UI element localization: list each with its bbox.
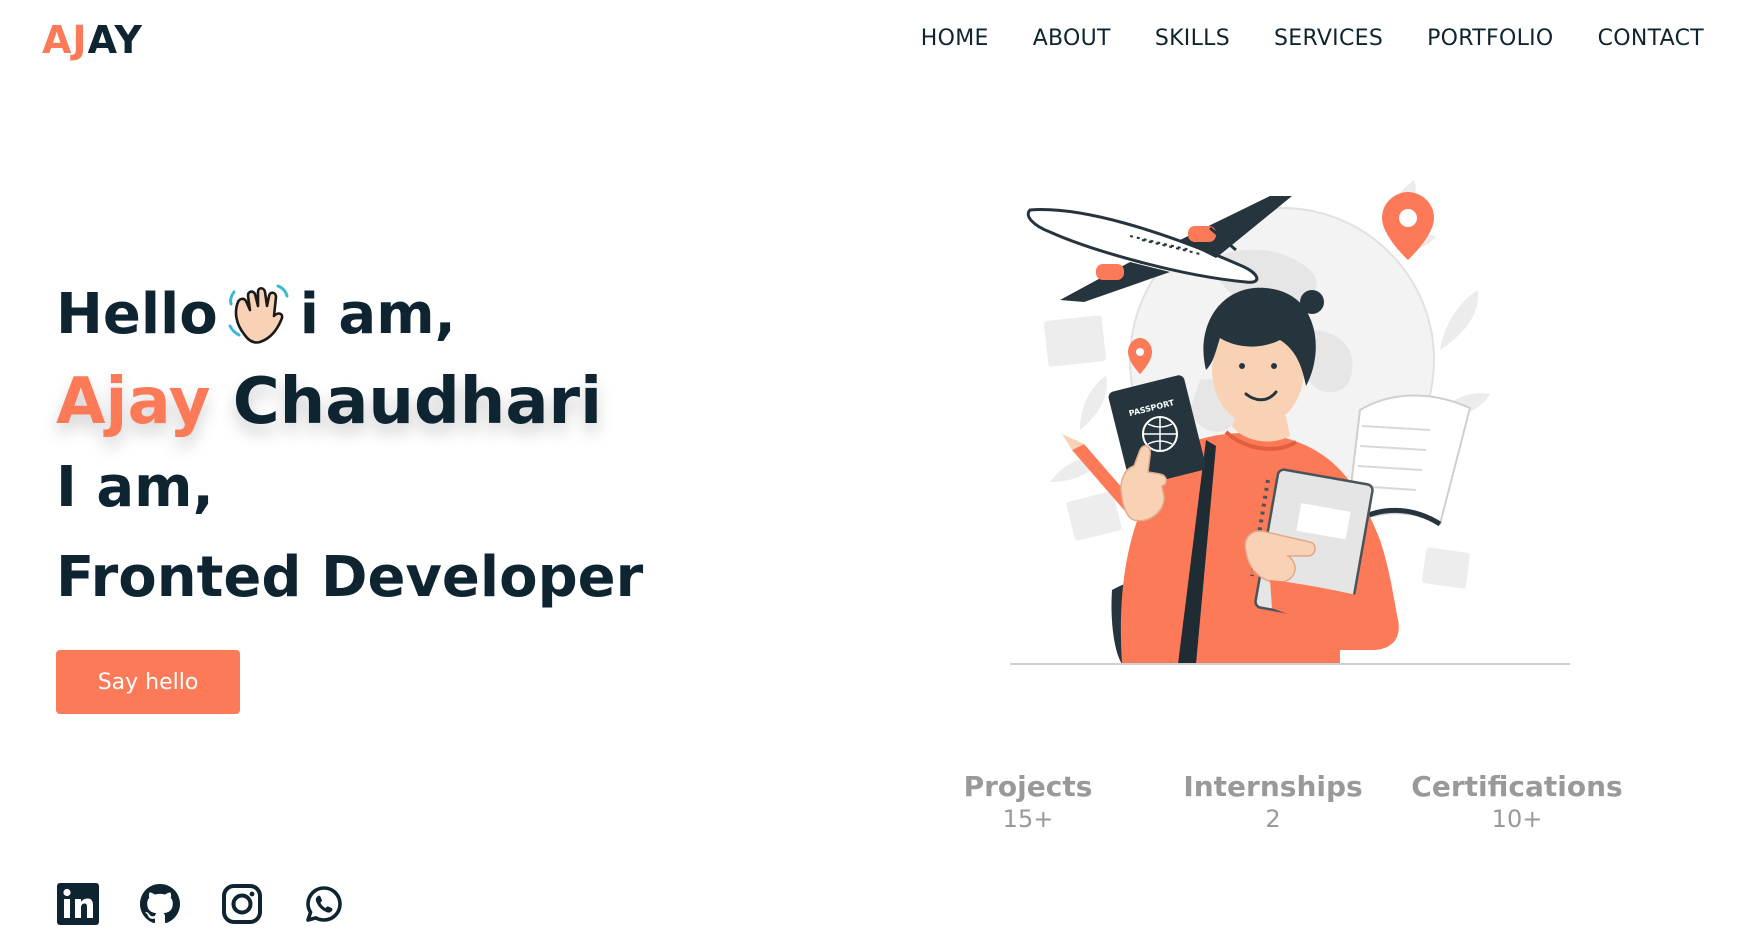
nav-about[interactable]: ABOUT <box>1033 26 1111 51</box>
nav-home[interactable]: HOME <box>921 26 989 51</box>
say-hello-button[interactable]: Say hello <box>56 650 240 714</box>
stat-label: Certifications <box>1411 770 1623 803</box>
greeting-line: Hello i am, <box>56 282 643 348</box>
hello-text: Hello <box>56 282 218 347</box>
stat-internships: Internships 2 <box>1153 770 1393 834</box>
iam-text: i am, <box>299 282 456 347</box>
instagram-icon[interactable] <box>220 882 264 926</box>
nav-portfolio[interactable]: PORTFOLIO <box>1427 26 1553 51</box>
stat-value: 2 <box>1265 805 1281 833</box>
stat-value: 15+ <box>1002 805 1054 833</box>
linkedin-icon[interactable] <box>56 882 100 926</box>
iam-line: I am, <box>56 455 214 520</box>
social-links <box>56 882 346 926</box>
logo[interactable]: AJAY <box>42 18 143 62</box>
nav-services[interactable]: SERVICES <box>1274 26 1383 51</box>
main-nav: HOME ABOUT SKILLS SERVICES PORTFOLIO CON… <box>921 26 1704 51</box>
stats-row: Projects 15+ Internships 2 Certification… <box>0 770 1759 840</box>
whatsapp-icon[interactable] <box>302 882 346 926</box>
stat-label: Internships <box>1183 770 1363 803</box>
role-line: Fronted Developer <box>56 545 644 610</box>
github-icon[interactable] <box>138 882 182 926</box>
nav-skills[interactable]: SKILLS <box>1155 26 1230 51</box>
traveler-illustration: PASSPORT <box>1010 180 1570 665</box>
stat-certifications: Certifications 10+ <box>1397 770 1637 834</box>
hero-text: Hello i am, Ajay Chaudhari I am, Fronted… <box>56 282 643 608</box>
stat-value: 10+ <box>1491 805 1543 833</box>
logo-accent-part: AJ <box>42 18 88 62</box>
waving-hand-icon <box>228 284 289 344</box>
name-line: Ajay Chaudhari <box>56 366 643 438</box>
portfolio-page: AJAY HOME ABOUT SKILLS SERVICES PORTFOLI… <box>0 0 1759 948</box>
stat-projects: Projects 15+ <box>908 770 1148 834</box>
nav-contact[interactable]: CONTACT <box>1598 26 1704 51</box>
last-name: Chaudhari <box>232 365 603 439</box>
stat-label: Projects <box>963 770 1093 803</box>
logo-dark-part: AY <box>87 18 143 62</box>
first-name: Ajay <box>56 365 211 439</box>
